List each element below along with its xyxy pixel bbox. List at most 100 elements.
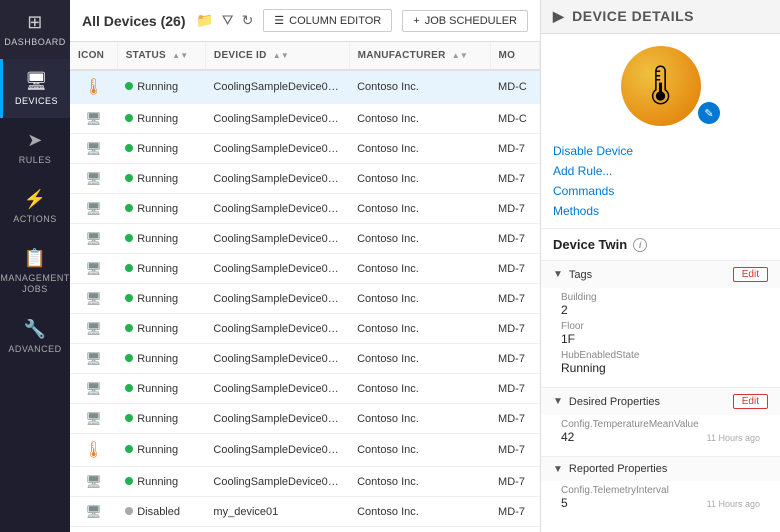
manufacturer-cell: Contoso Inc. — [349, 434, 490, 467]
table-row[interactable]: 🖥 Running CoolingSampleDevice005_979 Con… — [70, 134, 540, 164]
table-row[interactable]: 🖥 Running CoolingSampleDevice013_979 Con… — [70, 164, 540, 194]
model-cell: MD-7 — [490, 374, 539, 404]
device-status-cell: Running — [117, 164, 205, 194]
top-bar-icons: 📁 ⛛ ↻ — [196, 12, 253, 29]
device-id-cell: CoolingSampleDevice025_979 — [205, 284, 349, 314]
device-status-cell: Running — [117, 344, 205, 374]
manufacturer-cell: Contoso Inc. — [349, 194, 490, 224]
device-icon-cell: 🖥 — [70, 194, 117, 224]
table-row[interactable]: 🖥 Running CoolingSampleDevice015_979 Con… — [70, 374, 540, 404]
device-icon-cell: 🖥 — [70, 134, 117, 164]
device-icon-cell: 🖥 — [70, 254, 117, 284]
tags-section-header[interactable]: ▼ Tags Edit — [541, 260, 780, 288]
device-icon-cell: 🖥 — [70, 164, 117, 194]
tag-hub-enabled-state: HubEnabledState Running — [561, 350, 760, 375]
col-icon[interactable]: ICON — [70, 42, 117, 70]
sidebar: ⊞ DASHBOARD 🖥 DEVICES ➤ RULES ⚡ ACTIONS … — [0, 0, 70, 532]
status-dot — [125, 144, 133, 152]
table-row[interactable]: 🌡 Running CoolingSampleDevice002_979 Con… — [70, 434, 540, 467]
device-id-cell: CoolingSampleDevice004_979 — [205, 467, 349, 497]
devices-table: ICON STATUS ▲▼ DEVICE ID ▲▼ MANUFACTURER… — [70, 42, 540, 532]
desired-edit-button[interactable]: Edit — [733, 394, 768, 409]
device-id-cell: my_device01 — [205, 497, 349, 527]
folder-icon[interactable]: 📁 — [196, 12, 213, 29]
server-icon: 🖥 — [85, 201, 102, 216]
device-twin-header: Device Twin i — [541, 228, 780, 260]
col-status[interactable]: STATUS ▲▼ — [117, 42, 205, 70]
device-icon-cell: 🖥 — [70, 497, 117, 527]
table-row[interactable]: 🖥 Running CoolingSampleDevice004_979 Con… — [70, 467, 540, 497]
model-cell: MD-C — [490, 104, 539, 134]
refresh-icon[interactable]: ↻ — [242, 12, 254, 29]
table-row[interactable]: 🖥 Running CoolingSampleDevice020_979 Con… — [70, 194, 540, 224]
commands-link[interactable]: Commands — [553, 182, 768, 200]
col-manufacturer[interactable]: MANUFACTURER ▲▼ — [349, 42, 490, 70]
filter-icon[interactable]: ⛛ — [222, 12, 234, 29]
table-row[interactable]: 🖥 Running CoolingSampleDevice010_979 Con… — [70, 314, 540, 344]
thermometer-icon: 🌡 — [636, 64, 684, 108]
model-cell: MD-7 — [490, 314, 539, 344]
table-row[interactable]: 🌡 Running CoolingSampleDevice001_979 Con… — [70, 70, 540, 104]
device-id-cell: CoolingSampleDevice018_979 — [205, 404, 349, 434]
info-icon[interactable]: i — [633, 238, 647, 252]
table-row[interactable]: 🖥 Running CoolingSampleDevice007_979 Con… — [70, 527, 540, 532]
device-status-cell: Running — [117, 374, 205, 404]
col-model[interactable]: MO — [490, 42, 539, 70]
table-row[interactable]: 🖥 Running CoolingSampleDevice023_979 Con… — [70, 104, 540, 134]
sidebar-item-advanced[interactable]: 🔧 ADVANCED — [0, 307, 70, 366]
add-rule-link[interactable]: Add Rule... — [553, 162, 768, 180]
server-icon: 🖥 — [85, 381, 102, 396]
model-cell: MD-7 — [490, 164, 539, 194]
model-cell: MD-7 — [490, 194, 539, 224]
col-device-id[interactable]: DEVICE ID ▲▼ — [205, 42, 349, 70]
device-icon-cell: 🖥 — [70, 284, 117, 314]
model-cell: MD-C — [490, 70, 539, 104]
device-status-cell: Running — [117, 467, 205, 497]
model-cell: MD-7 — [490, 344, 539, 374]
model-cell: MD-7 — [490, 134, 539, 164]
server-icon: 🖥 — [85, 141, 102, 156]
table-row[interactable]: 🖥 Running CoolingSampleDevice006_979 Con… — [70, 224, 540, 254]
device-status-cell: Running — [117, 104, 205, 134]
server-icon: 🖥 — [85, 231, 102, 246]
server-icon: 🖥 — [85, 351, 102, 366]
devices-table-container: ICON STATUS ▲▼ DEVICE ID ▲▼ MANUFACTURER… — [70, 42, 540, 532]
manufacturer-cell: Contoso Inc. — [349, 314, 490, 344]
table-row[interactable]: 🖥 Running CoolingSampleDevice018_979 Con… — [70, 404, 540, 434]
device-icon-cell: 🖥 — [70, 314, 117, 344]
sidebar-item-rules[interactable]: ➤ RULES — [0, 118, 70, 177]
status-dot — [125, 174, 133, 182]
sidebar-item-dashboard[interactable]: ⊞ DASHBOARD — [0, 0, 70, 59]
table-row[interactable]: 🖥 Disabled my_device01 Contoso Inc. MD-7 — [70, 497, 540, 527]
device-status-cell: Running — [117, 70, 205, 104]
status-dot — [125, 414, 133, 422]
status-dot — [125, 204, 133, 212]
dashboard-icon: ⊞ — [27, 12, 43, 33]
server-icon: 🖥 — [85, 111, 102, 126]
desired-section-header[interactable]: ▼ Desired Properties Edit — [541, 387, 780, 415]
device-icon-cell: 🖥 — [70, 527, 117, 532]
job-scheduler-button[interactable]: + JOB SCHEDULER — [402, 10, 528, 32]
disable-device-link[interactable]: Disable Device — [553, 142, 768, 160]
device-status-cell: Running — [117, 134, 205, 164]
table-row[interactable]: 🖥 Running CoolingSampleDevice012_979 Con… — [70, 344, 540, 374]
column-editor-button[interactable]: ☰ COLUMN EDITOR — [263, 9, 392, 32]
chevron-down-icon: ▼ — [553, 269, 563, 280]
device-id-cell: CoolingSampleDevice006_979 — [205, 224, 349, 254]
manufacturer-cell: Contoso Inc. — [349, 284, 490, 314]
sidebar-item-devices[interactable]: 🖥 DEVICES — [0, 59, 70, 118]
manufacturer-cell: Contoso Inc. — [349, 134, 490, 164]
tags-edit-button[interactable]: Edit — [733, 267, 768, 282]
top-bar: All Devices (26) 📁 ⛛ ↻ ☰ COLUMN EDITOR +… — [70, 0, 540, 42]
device-status-cell: Running — [117, 527, 205, 532]
reported-section-header[interactable]: ▼ Reported Properties — [541, 456, 780, 481]
methods-link[interactable]: Methods — [553, 202, 768, 220]
tag-floor: Floor 1F — [561, 321, 760, 346]
table-row[interactable]: 🖥 Running CoolingSampleDevice022_979 Con… — [70, 254, 540, 284]
device-status-cell: Running — [117, 254, 205, 284]
sidebar-item-management-jobs[interactable]: 📋 MANAGEMENT JOBS — [0, 236, 70, 307]
server-icon: 🖥 — [85, 504, 102, 519]
sidebar-item-actions[interactable]: ⚡ ACTIONS — [0, 177, 70, 236]
table-row[interactable]: 🖥 Running CoolingSampleDevice025_979 Con… — [70, 284, 540, 314]
status-dot — [125, 445, 133, 453]
